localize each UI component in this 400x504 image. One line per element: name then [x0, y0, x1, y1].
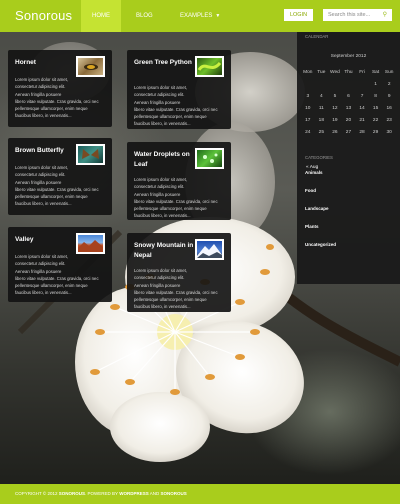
nav-item-examples-label: Examples: [180, 13, 213, 19]
calendar-day: 30: [386, 129, 392, 135]
calendar-day: [355, 78, 369, 90]
calendar-table: Mon Tue Wed Thu Fri Sat Sun 1 2 3 4 5 6 …: [301, 66, 396, 138]
calendar-day: 2: [387, 81, 391, 87]
calendar-day: 5: [333, 93, 337, 99]
category-link[interactable]: Animals: [305, 170, 323, 175]
post-title[interactable]: Green Tree Python: [134, 58, 194, 68]
calendar-day: 24: [305, 129, 311, 135]
calendar-day: 15: [372, 105, 379, 111]
post-excerpt: Lorem ipsum dolor sit amet, consectetur a…: [15, 77, 99, 119]
calendar-day: 14: [359, 105, 365, 111]
footer-site-link[interactable]: Sonorous: [59, 491, 85, 496]
calendar-weekday: Thu: [344, 69, 353, 75]
calendar-day: 4: [320, 93, 323, 99]
site-header: Sonorous Home Blog Examples ▼ LOGIN Searc…: [0, 0, 400, 32]
sidebar: Calendar September 2012 Mon Tue Wed Thu …: [297, 32, 400, 284]
chevron-down-icon: ▼: [215, 13, 221, 19]
calendar-day: 13: [345, 105, 352, 111]
footer-platform-link[interactable]: WordPress: [119, 491, 149, 496]
post-excerpt: Lorem ipsum dolor sit amet, consectetur a…: [15, 254, 99, 296]
calendar-weekday: Mon: [303, 69, 313, 75]
search-icon[interactable]: ⚲: [383, 9, 387, 21]
calendar-caption: September 2012: [330, 54, 367, 59]
nav-item-home[interactable]: Home: [81, 0, 121, 32]
category-link[interactable]: Food: [305, 188, 316, 193]
calendar-day: 8: [374, 93, 377, 99]
calendar-day: [328, 78, 342, 90]
post-card[interactable]: Snowy Mountain in Nepal Lorem ipsum dolo…: [127, 233, 231, 312]
post-thumbnail[interactable]: [76, 56, 105, 77]
footer-powered-by: . Powered by: [85, 491, 120, 496]
calendar-day: 9: [387, 93, 391, 99]
calendar-day: 22: [372, 117, 379, 123]
calendar-day: 29: [372, 129, 379, 135]
category-link[interactable]: Uncategorized: [305, 242, 336, 247]
calendar-day: 10: [305, 105, 311, 111]
post-excerpt: Lorem ipsum dolor sit amet, consectetur a…: [134, 177, 218, 219]
calendar-day: 7: [360, 93, 364, 99]
category-link[interactable]: Landscape: [305, 206, 329, 211]
calendar-day: 21: [359, 117, 365, 123]
calendar-day: 17: [305, 117, 311, 123]
calendar-day: [315, 78, 329, 90]
post-card[interactable]: Hornet Lorem ipsum dolor sit amet, consec…: [8, 50, 112, 127]
post-thumbnail[interactable]: [195, 148, 224, 169]
footer-and: and: [148, 491, 161, 496]
post-excerpt: Lorem ipsum dolor sit amet, consectetur a…: [15, 165, 99, 207]
calendar-day: 27: [345, 129, 352, 135]
search-placeholder: Search this site...: [328, 12, 371, 18]
calendar-weekday: Fri: [359, 69, 365, 75]
post-title[interactable]: Brown Butterfly: [15, 146, 75, 156]
category-link[interactable]: Plants: [305, 224, 319, 229]
calendar-day: 6: [347, 93, 350, 99]
main-nav: Home Blog Examples ▼: [81, 0, 231, 32]
calendar-day: [301, 78, 315, 90]
post-card[interactable]: Valley Lorem ipsum dolor sit amet, consec…: [8, 227, 112, 302]
calendar-day: 12: [332, 105, 338, 111]
calendar-weekday: Sat: [371, 69, 380, 75]
calendar-day: 3: [306, 93, 310, 99]
post-title[interactable]: Hornet: [15, 58, 75, 68]
post-title[interactable]: Water Droplets on Leaf: [134, 150, 194, 170]
post-excerpt: Lorem ipsum dolor sit amet, consectetur a…: [134, 268, 218, 310]
calendar-widget-title: Calendar: [305, 34, 329, 39]
search-input[interactable]: Search this site... ⚲: [323, 9, 392, 21]
calendar-day: 11: [318, 105, 324, 111]
calendar-day: [342, 78, 356, 90]
categories-widget-title: Categories: [305, 155, 333, 160]
calendar-day: 18: [318, 117, 325, 123]
calendar-day: 28: [359, 129, 365, 135]
calendar-weekday: Sun: [384, 69, 394, 75]
calendar-day: 19: [332, 117, 338, 123]
post-card[interactable]: Water Droplets on Leaf Lorem ipsum dolor…: [127, 142, 231, 220]
post-thumbnail[interactable]: [76, 144, 105, 165]
calendar-day: 1: [374, 81, 377, 87]
calendar-day: 23: [386, 117, 392, 123]
calendar-day: 16: [386, 105, 392, 111]
calendar-day: 25: [318, 129, 325, 135]
post-title[interactable]: Valley: [15, 235, 75, 245]
calendar-day: 20: [345, 117, 352, 123]
footer-theme-link[interactable]: Sonorous: [160, 491, 186, 496]
post-title[interactable]: Snowy Mountain in Nepal: [134, 241, 194, 261]
login-button[interactable]: LOGIN: [284, 9, 313, 21]
post-thumbnail[interactable]: [76, 233, 105, 254]
calendar-weekday: Tue: [317, 69, 326, 75]
nav-item-blog[interactable]: Blog: [121, 0, 164, 32]
site-footer: Copyright © 2012 Sonorous. Powered by Wo…: [0, 484, 400, 504]
post-card[interactable]: Brown Butterfly Lorem ipsum dolor sit am…: [8, 138, 112, 215]
calendar-day: 26: [332, 129, 338, 135]
calendar-weekday: Wed: [330, 69, 340, 75]
post-thumbnail[interactable]: [195, 239, 224, 260]
site-logo[interactable]: Sonorous: [15, 8, 72, 23]
post-excerpt: Lorem ipsum dolor sit amet, consectetur a…: [134, 85, 218, 127]
nav-item-examples[interactable]: Examples ▼: [164, 0, 231, 32]
post-card[interactable]: Green Tree Python Lorem ipsum dolor sit …: [127, 50, 231, 129]
footer-copyright: Copyright © 2012: [15, 491, 59, 496]
post-thumbnail[interactable]: [195, 56, 224, 77]
